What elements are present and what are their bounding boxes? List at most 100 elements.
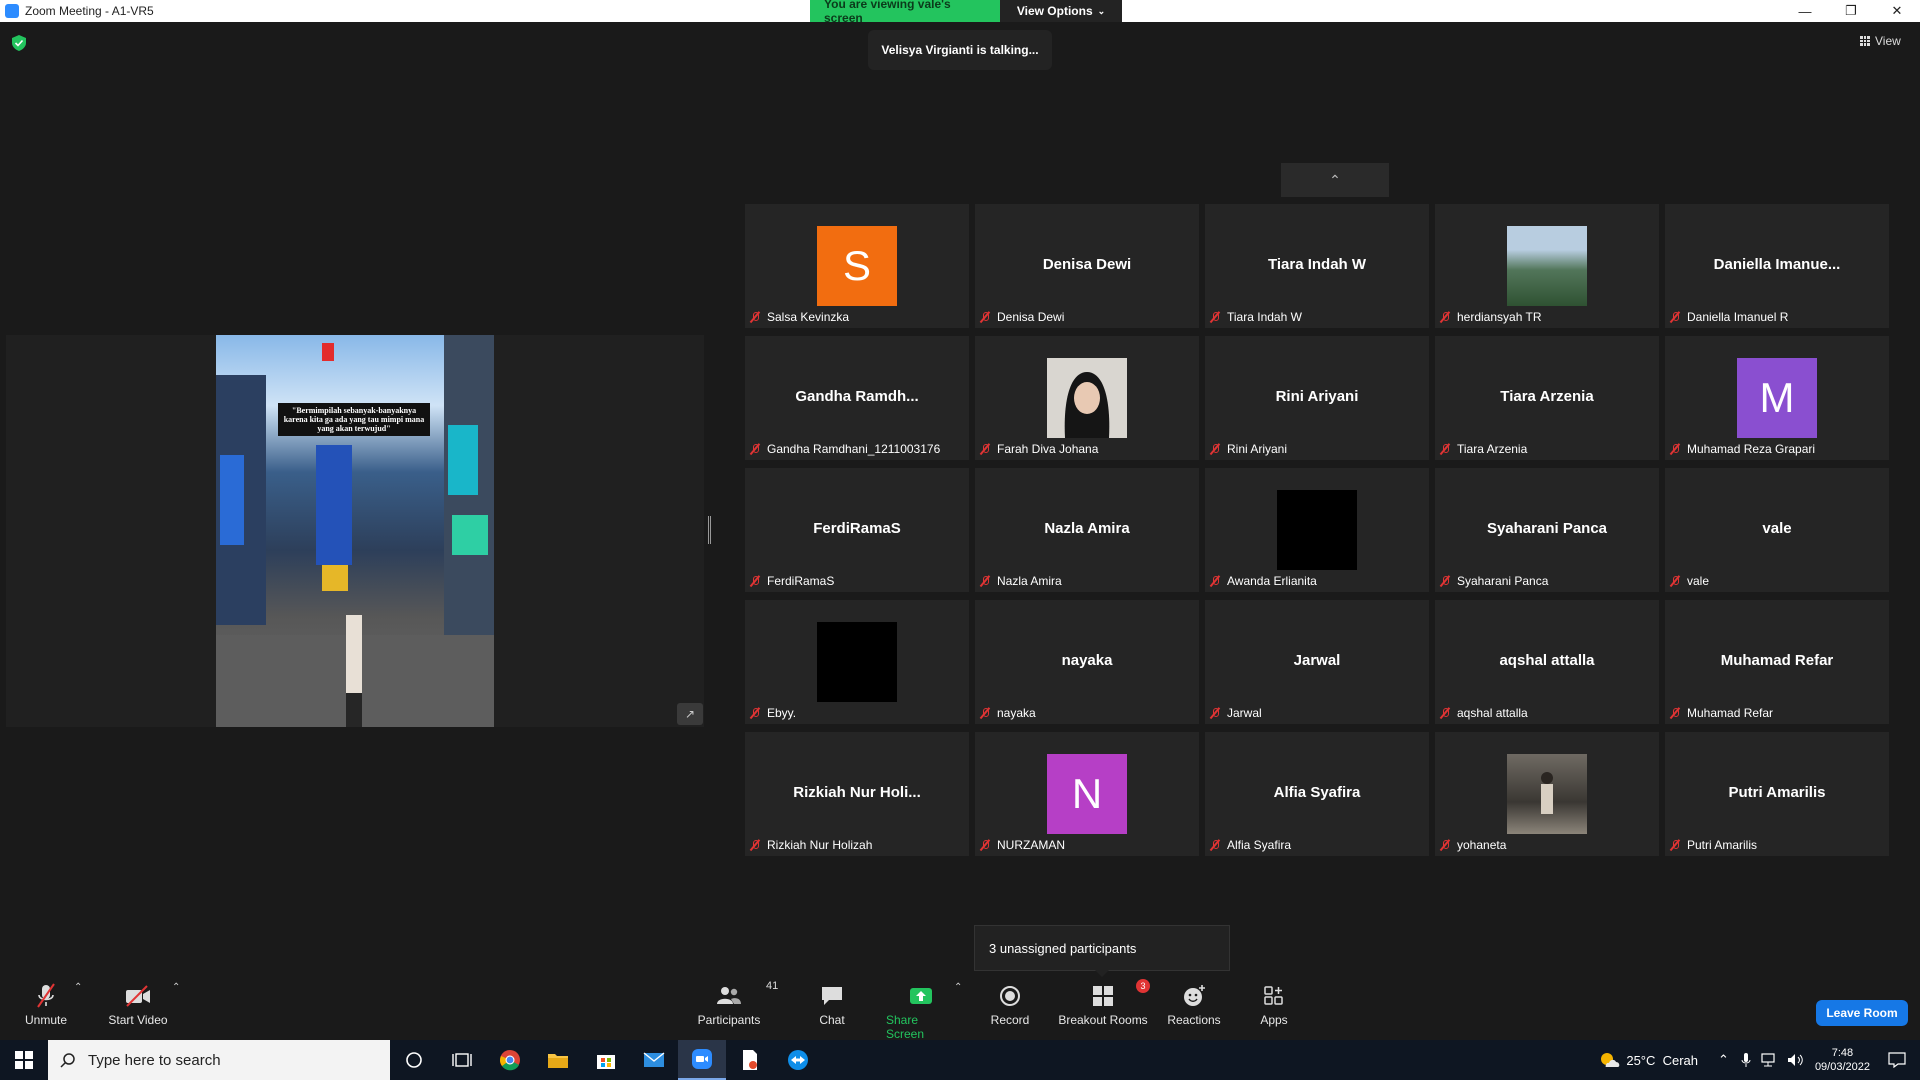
- apps-label: Apps: [1260, 1013, 1288, 1027]
- muted-microphone-icon: [1209, 707, 1221, 719]
- microsoft-store-icon[interactable]: [582, 1040, 630, 1080]
- leave-room-button[interactable]: Leave Room: [1816, 1000, 1908, 1026]
- document-app-icon[interactable]: [726, 1040, 774, 1080]
- participant-tile[interactable]: Tiara Arzenia Tiara Arzenia: [1435, 336, 1659, 460]
- participant-name-label: Putri Amarilis: [1669, 838, 1757, 852]
- clock-date: 09/03/2022: [1814, 1061, 1870, 1073]
- file-explorer-icon[interactable]: [534, 1040, 582, 1080]
- participant-gallery: S Salsa Kevinzka Denisa Dewi Denisa Dewi Tia…: [745, 204, 1893, 860]
- participant-display-name: Rizkiah Nur Holi...: [793, 784, 921, 801]
- participant-name-label: Alfia Syafira: [1209, 838, 1291, 852]
- breakout-rooms-button[interactable]: 3 Breakout Rooms: [1058, 979, 1150, 1027]
- start-button[interactable]: [0, 1040, 48, 1080]
- muted-microphone-icon: [1439, 443, 1451, 455]
- close-icon[interactable]: ✕: [1874, 0, 1920, 22]
- muted-microphone-icon: [749, 311, 761, 323]
- participant-tile[interactable]: Syaharani Panca Syaharani Panca: [1435, 468, 1659, 592]
- participant-name: Tiara Arzenia: [1457, 442, 1528, 456]
- show-hidden-icons-icon[interactable]: ⌃: [1718, 1052, 1729, 1068]
- participant-tile[interactable]: S Salsa Kevinzka: [745, 204, 969, 328]
- participant-name-label: Farah Diva Johana: [979, 442, 1098, 456]
- participant-name: Awanda Erlianita: [1227, 574, 1317, 588]
- search-placeholder: Type here to search: [88, 1051, 221, 1069]
- participant-avatar: N: [1047, 754, 1127, 834]
- record-button[interactable]: Record: [988, 982, 1032, 1027]
- start-video-button[interactable]: Start Video: [106, 982, 170, 1027]
- unmute-button[interactable]: Unmute: [20, 982, 72, 1027]
- viewing-banner: You are viewing vale's screen View Optio…: [810, 0, 1122, 25]
- participant-tile[interactable]: Daniella Imanue... Daniella Imanuel R: [1665, 204, 1889, 328]
- cortana-icon[interactable]: [390, 1040, 438, 1080]
- view-options-button[interactable]: View Options ⌄: [1000, 0, 1122, 22]
- participant-name: aqshal attalla: [1457, 706, 1528, 720]
- participant-tile[interactable]: M Muhamad Reza Grapari: [1665, 336, 1889, 460]
- apps-button[interactable]: Apps: [1256, 982, 1292, 1027]
- teamviewer-icon[interactable]: [774, 1040, 822, 1080]
- minimize-icon[interactable]: —: [1782, 0, 1828, 22]
- participant-tile[interactable]: Farah Diva Johana: [975, 336, 1199, 460]
- chat-button[interactable]: Chat: [812, 982, 852, 1027]
- chrome-icon[interactable]: [486, 1040, 534, 1080]
- muted-microphone-icon: [1439, 839, 1451, 851]
- participant-tile[interactable]: FerdiRamaS FerdiRamaS: [745, 468, 969, 592]
- mail-icon[interactable]: [630, 1040, 678, 1080]
- meeting-toolbar: Unmute ⌃ Start Video ⌃ 41 Participants C…: [0, 979, 1920, 1041]
- participant-tile[interactable]: aqshal attalla aqshal attalla: [1435, 600, 1659, 724]
- participant-display-name: Putri Amarilis: [1728, 784, 1826, 801]
- participant-name-label: Muhamad Refar: [1669, 706, 1773, 720]
- network-icon[interactable]: [1761, 1053, 1779, 1067]
- participant-tile[interactable]: Ebyy.: [745, 600, 969, 724]
- gallery-previous-page-button[interactable]: ⌃: [1281, 163, 1389, 197]
- participant-display-name: Muhamad Refar: [1720, 652, 1834, 669]
- participant-name: Muhamad Reza Grapari: [1687, 442, 1816, 456]
- participant-tile[interactable]: Jarwal Jarwal: [1205, 600, 1429, 724]
- participant-name: NURZAMAN: [997, 838, 1065, 852]
- participant-name: Salsa Kevinzka: [767, 310, 850, 324]
- volume-icon[interactable]: [1787, 1053, 1805, 1067]
- shared-screen[interactable]: "Bermimpilah sebanyak-banyaknya karena k…: [6, 335, 704, 727]
- split-view-handle[interactable]: [708, 516, 711, 544]
- microphone-tray-icon[interactable]: [1741, 1052, 1751, 1068]
- viewing-screen-label: You are viewing vale's screen: [810, 0, 1000, 25]
- video-options-caret-icon[interactable]: ⌃: [172, 982, 180, 993]
- window-controls: — ❐ ✕: [1782, 0, 1920, 22]
- participant-tile[interactable]: Nazla Amira Nazla Amira: [975, 468, 1199, 592]
- participant-tile[interactable]: Rini Ariyani Rini Ariyani: [1205, 336, 1429, 460]
- participant-tile[interactable]: Tiara Indah W Tiara Indah W: [1205, 204, 1429, 328]
- apps-icon: [1264, 986, 1283, 1005]
- participant-tile[interactable]: vale vale: [1665, 468, 1889, 592]
- clock-time: 7:48: [1831, 1047, 1854, 1059]
- notifications-icon[interactable]: [1888, 1052, 1906, 1068]
- participants-button[interactable]: 41 Participants: [694, 980, 779, 1027]
- muted-microphone-icon: [1209, 839, 1221, 851]
- share-options-caret-icon[interactable]: ⌃: [954, 982, 962, 993]
- expand-share-icon[interactable]: ↗: [677, 703, 703, 725]
- reactions-button[interactable]: Reactions: [1166, 982, 1222, 1027]
- participant-tile[interactable]: N NURZAMAN: [975, 732, 1199, 856]
- audio-options-caret-icon[interactable]: ⌃: [74, 982, 82, 993]
- taskbar-search-box[interactable]: Type here to search: [48, 1040, 390, 1080]
- weather-text: 25°C Cerah: [1626, 1052, 1699, 1068]
- participant-tile[interactable]: Denisa Dewi Denisa Dewi: [975, 204, 1199, 328]
- restore-icon[interactable]: ❐: [1828, 0, 1874, 22]
- participant-tile[interactable]: Putri Amarilis Putri Amarilis: [1665, 732, 1889, 856]
- participant-avatar: S: [817, 226, 897, 306]
- view-button[interactable]: View: [1860, 34, 1901, 48]
- participant-tile[interactable]: Gandha Ramdh... Gandha Ramdhani_121100317…: [745, 336, 969, 460]
- participant-tile[interactable]: Awanda Erlianita: [1205, 468, 1429, 592]
- weather-icon[interactable]: [1598, 1051, 1620, 1069]
- participant-display-name: nayaka: [1061, 652, 1113, 669]
- share-screen-button[interactable]: Share Screen: [886, 982, 956, 1041]
- participant-tile[interactable]: nayaka nayaka: [975, 600, 1199, 724]
- security-shield-icon[interactable]: [12, 35, 26, 51]
- participant-tile[interactable]: Muhamad Refar Muhamad Refar: [1665, 600, 1889, 724]
- muted-microphone-icon: [37, 983, 55, 1008]
- participant-tile[interactable]: herdiansyah TR: [1435, 204, 1659, 328]
- participant-tile[interactable]: Rizkiah Nur Holi... Rizkiah Nur Holizah: [745, 732, 969, 856]
- record-icon: [1000, 986, 1020, 1006]
- participant-tile[interactable]: Alfia Syafira Alfia Syafira: [1205, 732, 1429, 856]
- zoom-taskbar-icon[interactable]: [678, 1040, 726, 1080]
- participant-tile[interactable]: yohaneta: [1435, 732, 1659, 856]
- taskbar-clock[interactable]: 7:48 09/03/2022: [1815, 1046, 1870, 1074]
- task-view-icon[interactable]: [438, 1040, 486, 1080]
